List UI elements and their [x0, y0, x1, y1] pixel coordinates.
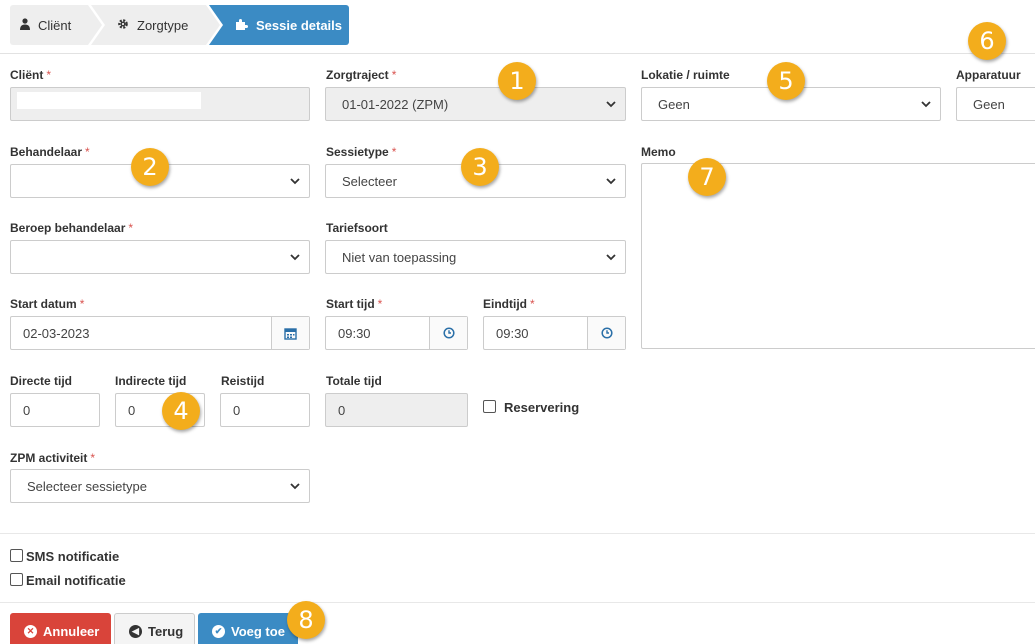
memo-label: Memo — [641, 145, 676, 159]
add-button[interactable]: ✔ Voeg toe — [198, 613, 298, 644]
back-button[interactable]: ◀ Terug — [114, 613, 195, 644]
reistijd-input[interactable]: 0 — [220, 393, 310, 427]
wizard-steps: Cliënt Zorgtype Sessie details — [10, 5, 349, 45]
callout-badge: 7 — [688, 158, 726, 196]
puzzle-icon — [235, 18, 248, 33]
cancel-button[interactable]: ✕ Annuleer — [10, 613, 111, 644]
wizard-step-label: Cliënt — [38, 17, 72, 33]
calendar-button[interactable] — [271, 317, 309, 349]
start-datum-input[interactable]: 02-03-2023 — [10, 316, 310, 350]
callout-badge: 3 — [461, 148, 499, 186]
chevron-down-icon — [606, 178, 616, 185]
zorgtraject-select[interactable]: 01-01-2022 (ZPM) — [325, 87, 626, 121]
behandelaar-label: Behandelaar * — [10, 145, 90, 159]
callout-badge: 5 — [767, 62, 805, 100]
reistijd-label: Reistijd — [221, 374, 265, 388]
sms-notificatie-checkbox[interactable] — [10, 549, 23, 562]
chevron-down-icon — [290, 178, 300, 185]
totale-tijd-input: 0 — [325, 393, 468, 427]
apparatuur-label: Apparatuur — [956, 68, 1021, 82]
zpm-activiteit-label: ZPM activiteit * — [10, 451, 96, 465]
zorgtraject-label: Zorgtraject * — [326, 68, 397, 82]
gear-icon — [117, 18, 129, 33]
clock-icon — [600, 327, 613, 339]
zpm-activiteit-select[interactable]: Selecteer sessietype — [10, 469, 310, 503]
callout-badge: 1 — [498, 62, 536, 100]
chevron-down-icon — [921, 101, 931, 108]
totale-tijd-label: Totale tijd — [326, 374, 382, 388]
wizard-step-label: Sessie details — [256, 17, 342, 33]
beroep-label: Beroep behandelaar * — [10, 221, 134, 235]
client-field — [10, 87, 310, 121]
eindtijd-input[interactable]: 09:30 — [483, 316, 626, 350]
divider — [0, 533, 1035, 534]
directe-tijd-label: Directe tijd — [10, 374, 73, 388]
wizard-step-label: Zorgtype — [137, 17, 189, 33]
wizard-step-sessie-details[interactable]: Sessie details — [209, 5, 349, 45]
reservering-label: Reservering — [504, 400, 580, 415]
callout-badge: 6 — [968, 22, 1006, 60]
wizard-step-zorgtype[interactable]: Zorgtype — [91, 5, 220, 45]
reservering-checkbox[interactable] — [483, 400, 496, 413]
directe-tijd-input[interactable]: 0 — [10, 393, 100, 427]
clock-button[interactable] — [587, 317, 625, 349]
start-datum-label: Start datum * — [10, 297, 85, 311]
start-tijd-input[interactable]: 09:30 — [325, 316, 468, 350]
divider — [0, 53, 1035, 54]
divider — [0, 602, 1035, 603]
user-icon — [20, 17, 30, 33]
clock-icon — [442, 327, 455, 339]
clock-button[interactable] — [429, 317, 467, 349]
chevron-down-icon — [290, 483, 300, 490]
sessietype-label: Sessietype * — [326, 145, 397, 159]
email-notificatie-checkbox[interactable] — [10, 573, 23, 586]
lokatie-label: Lokatie / ruimte — [641, 68, 730, 82]
callout-badge: 8 — [287, 601, 325, 639]
client-label: Cliënt * — [10, 68, 52, 82]
calendar-icon — [284, 327, 297, 340]
sms-notificatie-label: SMS notificatie — [26, 549, 120, 564]
indirecte-tijd-label: Indirecte tijd — [115, 374, 187, 388]
email-notificatie-label: Email notificatie — [26, 573, 126, 588]
chevron-down-icon — [606, 101, 616, 108]
callout-badge: 2 — [131, 148, 169, 186]
apparatuur-select[interactable]: Geen — [956, 87, 1035, 121]
wizard-step-client[interactable]: Cliënt — [10, 5, 102, 45]
tariefsoort-label: Tariefsoort — [326, 221, 388, 235]
chevron-down-icon — [606, 254, 616, 261]
eindtijd-label: Eindtijd * — [483, 297, 535, 311]
close-icon: ✕ — [24, 624, 37, 638]
callout-badge: 4 — [162, 392, 200, 430]
arrow-left-icon: ◀ — [129, 624, 142, 638]
check-icon: ✔ — [212, 624, 225, 638]
beroep-select[interactable] — [10, 240, 310, 274]
chevron-down-icon — [290, 254, 300, 261]
start-tijd-label: Start tijd * — [326, 297, 383, 311]
tariefsoort-select[interactable]: Niet van toepassing — [325, 240, 626, 274]
